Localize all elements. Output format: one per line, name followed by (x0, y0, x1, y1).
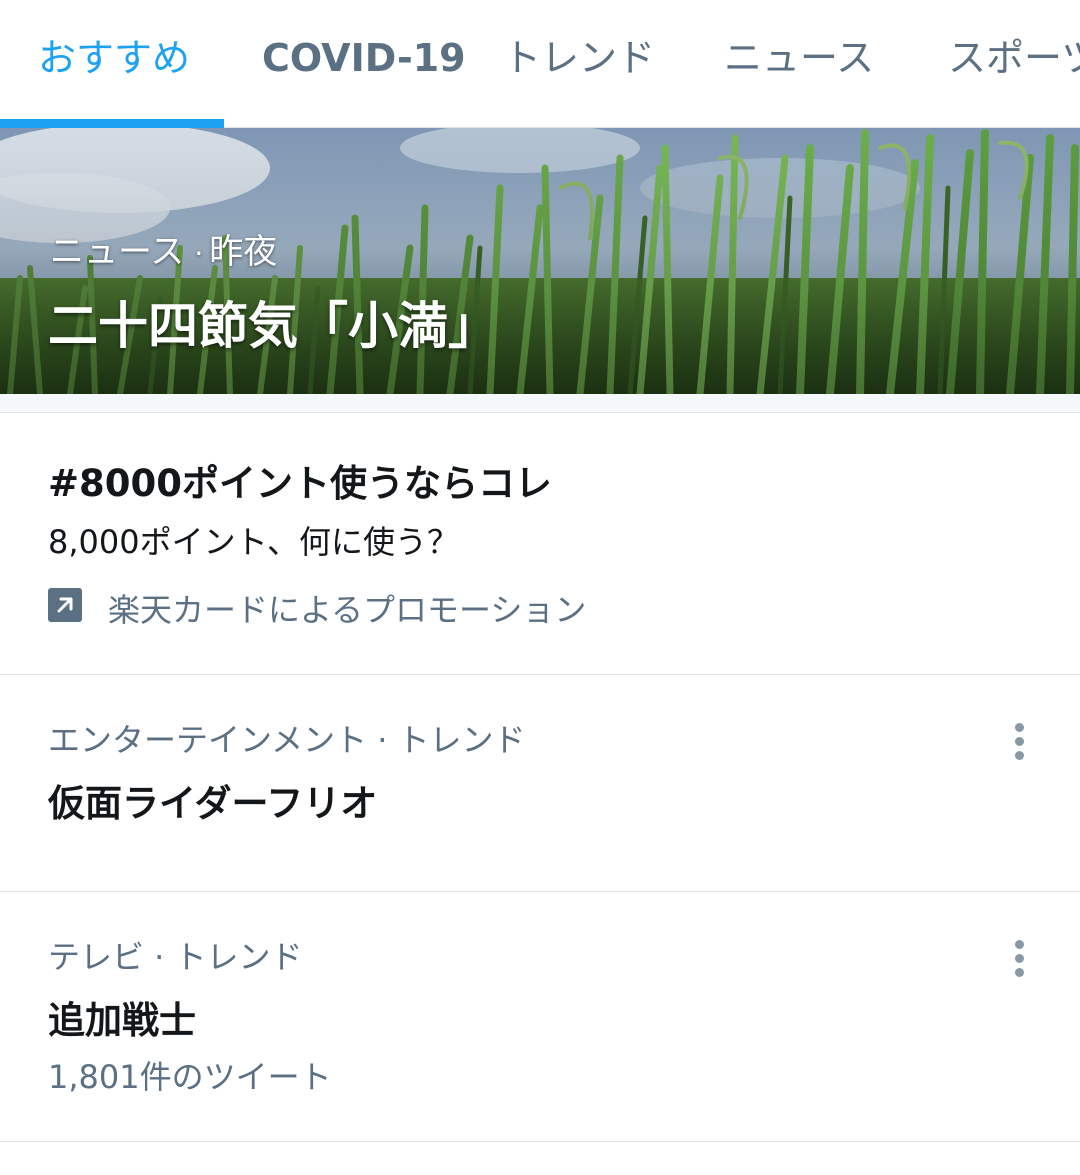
more-options-button[interactable] (1000, 711, 1040, 771)
active-tab-indicator (0, 119, 224, 128)
trend-description: 8,000ポイント、何に使う？ (48, 523, 459, 561)
hero-news-card[interactable]: ニュース · 昨夜 二十四節気「小満」 (0, 128, 1080, 394)
tab-trending[interactable]: トレンド (503, 0, 655, 128)
tab-news[interactable]: ニュース (724, 0, 874, 128)
promoted-trend-item[interactable]: #8000ポイント使うならコレ 8,000ポイント、何に使う？ 楽天カードによる… (0, 413, 1080, 675)
hero-time: 昨夜 (209, 232, 278, 272)
tab-recommended[interactable]: おすすめ (38, 0, 190, 128)
hero-separator: · (194, 237, 204, 270)
promotion-row: 楽天カードによるプロモーション (48, 585, 586, 631)
promoted-arrow-icon (48, 588, 82, 622)
trend-title: #8000ポイント使うならコレ (48, 462, 552, 505)
tab-covid-19[interactable]: COVID-19 (262, 0, 466, 128)
trend-item[interactable]: エンターテインメント · トレンド 仮面ライダーフリオ (0, 675, 1080, 892)
hero-category: ニュース (50, 232, 185, 272)
tab-sports[interactable]: スポーツ (948, 0, 1080, 128)
trend-item[interactable]: テレビ · トレンド 追加戦士 1,801件のツイート (0, 892, 1080, 1142)
hero-title: 二十四節気「小満」 (48, 297, 498, 355)
hero-meta: ニュース · 昨夜 (50, 224, 277, 273)
section-divider (0, 394, 1080, 413)
explore-tab-bar: おすすめ COVID-19 トレンド ニュース スポーツ (0, 0, 1080, 128)
trend-title: 仮面ライダーフリオ (48, 782, 378, 825)
promoted-by-label: 楽天カードによるプロモーション (108, 591, 587, 629)
more-options-button[interactable] (1000, 928, 1040, 988)
trend-category: テレビ · トレンド (48, 938, 303, 976)
trend-category: エンターテインメント · トレンド (48, 721, 526, 759)
tweet-count: 1,801件のツイート (48, 1058, 332, 1096)
trend-title: 追加戦士 (48, 999, 196, 1042)
